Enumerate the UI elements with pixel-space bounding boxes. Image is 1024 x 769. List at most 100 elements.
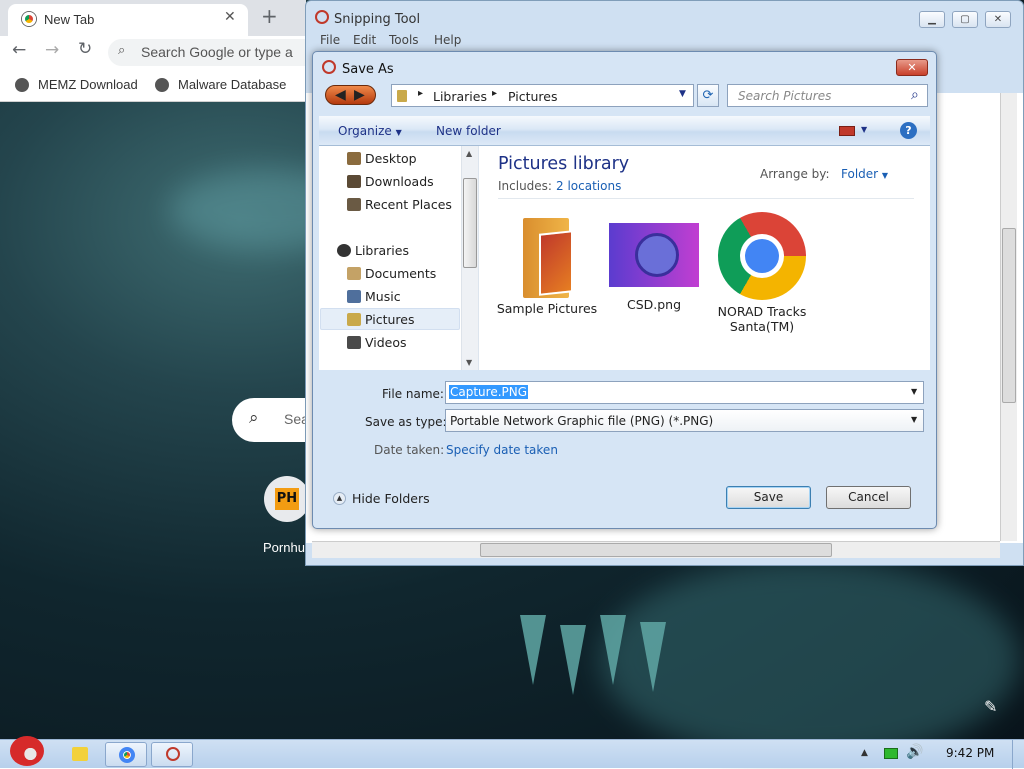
scroll-thumb[interactable] (1002, 228, 1016, 403)
chevron-down-icon[interactable]: ▼ (861, 125, 867, 134)
horizontal-scrollbar[interactable] (312, 541, 1000, 558)
save-type-select[interactable]: Portable Network Graphic file (PNG) (*.P… (445, 409, 924, 432)
file-item-sample-pictures[interactable]: Sample Pictures (492, 212, 602, 316)
nav-item-libraries[interactable]: Libraries (337, 240, 409, 262)
date-taken-label: Date taken: (374, 443, 445, 457)
refresh-button[interactable]: ⟳ (697, 84, 719, 107)
address-bar[interactable]: ▸ Libraries ▸ Pictures ▼ (391, 84, 694, 107)
includes-link[interactable]: 2 locations (556, 179, 621, 193)
forward-arrow-icon[interactable]: ▶ (354, 87, 365, 103)
nav-label: Pictures (365, 312, 415, 327)
address-dropdown-icon[interactable]: ▼ (679, 89, 686, 99)
chrome-tab[interactable]: New Tab ✕ (8, 4, 248, 36)
nav-label: Music (365, 289, 401, 304)
back-arrow-icon[interactable]: ◀ (335, 87, 346, 103)
nav-scrollbar[interactable]: ▲ ▼ (461, 146, 478, 370)
bookmark-memz[interactable]: MEMZ Download (38, 77, 138, 92)
breadcrumb-libraries[interactable]: Libraries (433, 89, 487, 104)
desktop-icon (347, 152, 361, 165)
search-pictures-field[interactable]: Search Pictures ⌕ (727, 84, 928, 107)
network-icon[interactable] (884, 748, 898, 759)
taskbar-explorer[interactable] (59, 742, 101, 767)
new-folder-button[interactable]: New folder (436, 124, 501, 138)
scroll-down-icon[interactable]: ▼ (466, 358, 472, 367)
omnibox-placeholder: Search Google or type a (141, 44, 293, 60)
dialog-body: Desktop Downloads Recent Places Librarie… (319, 146, 930, 370)
save-type-value: Portable Network Graphic file (PNG) (*.P… (450, 414, 714, 428)
omnibox[interactable]: ⌕ Search Google or type a (108, 39, 308, 66)
nav-label: Videos (365, 335, 407, 350)
dialog-close-button[interactable]: ✕ (896, 59, 928, 76)
minimize-button[interactable]: ▁ (919, 11, 945, 28)
shortcut-icon: PH (275, 488, 299, 510)
back-icon[interactable]: ← (12, 40, 26, 60)
volume-icon[interactable]: 🔊 (906, 744, 923, 760)
angry-bird-icon (10, 736, 44, 766)
folder-icon (517, 212, 577, 298)
vertical-scrollbar[interactable] (1000, 93, 1017, 541)
menu-tools[interactable]: Tools (389, 33, 419, 47)
taskbar-chrome[interactable] (105, 742, 147, 767)
google-search-box[interactable]: ⌕ Sea (232, 398, 312, 442)
divider (498, 198, 914, 199)
search-icon: ⌕ (118, 43, 126, 58)
organize-label: Organize (338, 124, 392, 138)
nav-item-recent-places[interactable]: Recent Places (347, 194, 452, 216)
taskbar-clock[interactable]: 9:42 PM (946, 746, 994, 760)
show-hidden-icons-icon[interactable]: ▲ (861, 748, 868, 758)
arrange-value: Folder (841, 167, 879, 181)
view-options-icon[interactable] (839, 126, 855, 136)
close-tab-icon[interactable]: ✕ (224, 9, 236, 25)
taskbar-snipping-tool[interactable] (151, 742, 193, 767)
chevron-down-icon[interactable]: ▼ (911, 387, 917, 396)
organize-button[interactable]: Organize ▼ (338, 124, 402, 138)
arrange-by-dropdown[interactable]: Folder ▼ (841, 167, 888, 181)
nav-item-downloads[interactable]: Downloads (347, 171, 434, 193)
chrome-icon (119, 747, 135, 763)
scroll-up-icon[interactable]: ▲ (466, 149, 472, 158)
nav-item-desktop[interactable]: Desktop (347, 148, 417, 170)
cancel-button[interactable]: Cancel (826, 486, 911, 509)
file-item-norad-tracks-santa[interactable]: NORAD Tracks Santa(TM) (707, 212, 817, 334)
file-item-csd-png[interactable]: CSD.png (599, 212, 709, 312)
file-name-input[interactable]: Capture.PNG ▼ (445, 381, 924, 404)
nav-label: Libraries (355, 243, 409, 258)
nav-label: Documents (365, 266, 437, 281)
menu-file[interactable]: File (320, 33, 340, 47)
bookmark-malware-db[interactable]: Malware Database (178, 77, 286, 92)
maximize-button[interactable]: ▢ (952, 11, 978, 28)
help-icon[interactable]: ? (900, 122, 917, 139)
reload-icon[interactable]: ↻ (78, 39, 92, 59)
libraries-icon (337, 244, 351, 257)
search-icon: ⌕ (249, 408, 259, 428)
forward-icon[interactable]: → (45, 40, 59, 60)
chevron-down-icon[interactable]: ▼ (911, 415, 917, 424)
start-button[interactable] (4, 730, 48, 768)
breadcrumb-separator-icon: ▸ (418, 88, 424, 99)
shortcut-tile[interactable]: PH (264, 476, 310, 522)
scroll-thumb[interactable] (480, 543, 832, 557)
globe-icon (155, 78, 169, 92)
documents-icon (347, 267, 361, 280)
chevron-up-icon: ▲ (333, 492, 346, 505)
nav-item-pictures[interactable]: Pictures (347, 309, 415, 331)
chrome-favicon-icon (22, 12, 36, 26)
snipping-tool-icon (315, 10, 329, 24)
breadcrumb-pictures[interactable]: Pictures (508, 89, 558, 104)
new-tab-icon[interactable]: + (261, 4, 278, 28)
chrome-tab-title: New Tab (44, 12, 95, 27)
save-button[interactable]: Save (726, 486, 811, 509)
nav-item-music[interactable]: Music (347, 286, 401, 308)
customize-pencil-icon[interactable]: ✎ (984, 697, 997, 716)
show-desktop-button[interactable] (1012, 740, 1024, 769)
menu-edit[interactable]: Edit (353, 33, 376, 47)
nav-scroll-thumb[interactable] (463, 178, 477, 268)
nav-item-documents[interactable]: Documents (347, 263, 437, 285)
bookmarks-bar: MEMZ Download Malware Database (0, 68, 306, 102)
menu-help[interactable]: Help (434, 33, 461, 47)
close-button[interactable]: ✕ (985, 11, 1011, 28)
back-forward-buttons[interactable]: ◀ ▶ (325, 85, 376, 105)
nav-item-videos[interactable]: Videos (347, 332, 407, 354)
folder-icon (72, 747, 88, 761)
date-taken-link[interactable]: Specify date taken (446, 443, 558, 457)
